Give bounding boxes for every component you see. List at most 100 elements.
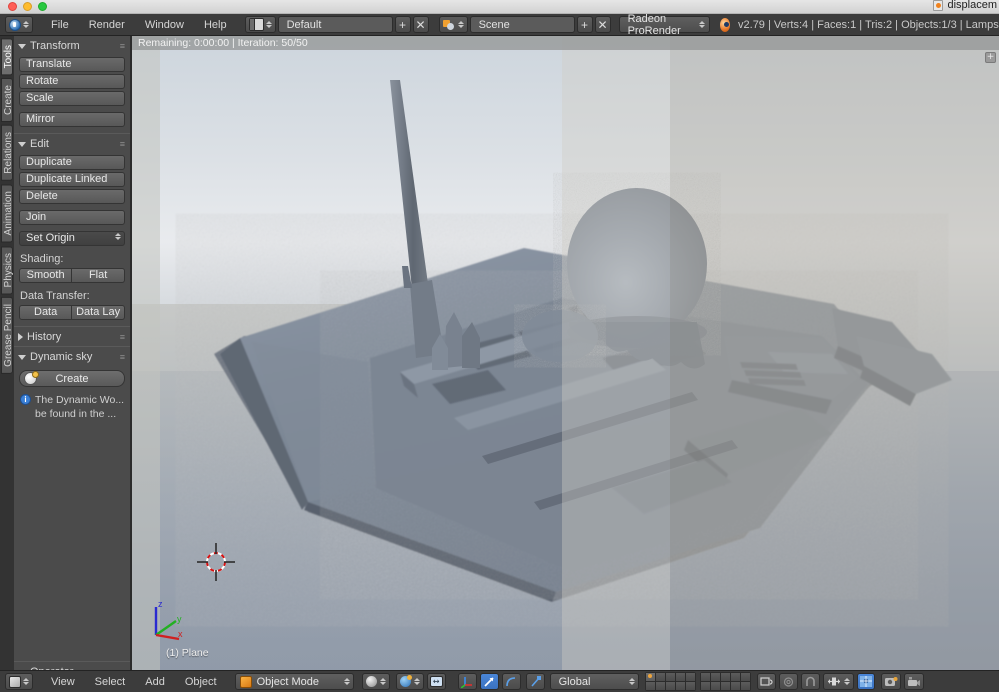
render-animation-button[interactable] bbox=[903, 673, 924, 690]
duplicate-linked-button[interactable]: Duplicate Linked bbox=[19, 172, 125, 187]
layer-button[interactable] bbox=[700, 673, 710, 681]
data-transfer-button[interactable]: Data bbox=[19, 305, 73, 320]
rotate-button[interactable]: Rotate bbox=[19, 74, 125, 89]
join-button[interactable]: Join bbox=[19, 210, 125, 225]
layer-button[interactable] bbox=[675, 673, 685, 681]
layer-button[interactable] bbox=[730, 682, 740, 690]
set-origin-dropdown[interactable]: Set Origin bbox=[19, 231, 125, 246]
svg-text:y: y bbox=[177, 614, 182, 624]
rotate-manipulator-button[interactable] bbox=[479, 673, 499, 690]
menu-view[interactable]: View bbox=[41, 676, 85, 688]
shade-smooth-button[interactable]: Smooth bbox=[19, 268, 73, 283]
viewport-axis-gizmo: z y x bbox=[154, 599, 183, 641]
chevron-updown-icon bbox=[343, 678, 350, 685]
layer-button[interactable] bbox=[665, 673, 675, 681]
screen-layout-browse-button[interactable] bbox=[244, 16, 276, 33]
sidebar-tab-tools[interactable]: Tools bbox=[1, 38, 14, 76]
scale-manipulator-button[interactable] bbox=[501, 673, 521, 690]
duplicate-button[interactable]: Duplicate bbox=[19, 155, 125, 170]
blender-window: displacem File Render Window Help Defaul… bbox=[0, 0, 999, 692]
shade-flat-button[interactable]: Flat bbox=[72, 268, 125, 283]
menu-select[interactable]: Select bbox=[85, 676, 136, 688]
mirror-button[interactable]: Mirror bbox=[19, 112, 125, 127]
minimize-window-button[interactable] bbox=[23, 2, 32, 11]
data-transfer-layout-button[interactable]: Data Lay bbox=[72, 305, 125, 320]
editor-type-icon bbox=[9, 675, 21, 688]
add-screen-layout-button[interactable]: + bbox=[394, 16, 411, 33]
panel-header-edit[interactable]: Edit ≡ bbox=[14, 133, 130, 153]
panel-header-dynamic-sky[interactable]: Dynamic sky ≡ bbox=[14, 346, 130, 366]
scene-icon bbox=[442, 19, 456, 31]
close-window-button[interactable] bbox=[8, 2, 17, 11]
sidebar-tab-grease-pencil[interactable]: Grease Pencil bbox=[1, 297, 14, 374]
magnet-button[interactable] bbox=[800, 673, 820, 690]
layer-button[interactable] bbox=[645, 673, 655, 681]
delete-screen-layout-button[interactable]: ✕ bbox=[412, 16, 429, 33]
layer-group-bottom[interactable] bbox=[699, 672, 751, 691]
layer-group-top[interactable] bbox=[644, 672, 696, 691]
layer-button[interactable] bbox=[710, 682, 720, 690]
sidebar-tab-animation[interactable]: Animation bbox=[1, 184, 14, 243]
layer-button[interactable] bbox=[655, 682, 665, 690]
scene-name[interactable]: Scene bbox=[469, 16, 575, 33]
blender-file-icon bbox=[933, 0, 944, 11]
layer-button[interactable] bbox=[685, 682, 695, 690]
falloff-button[interactable] bbox=[856, 673, 875, 690]
menu-render[interactable]: Render bbox=[79, 19, 135, 31]
translate-manipulator-button[interactable] bbox=[457, 673, 477, 690]
screen-layout-name[interactable]: Default bbox=[277, 16, 393, 33]
viewport-shading-selector[interactable] bbox=[361, 673, 390, 690]
render-image-button[interactable] bbox=[880, 673, 901, 690]
snap-toggle-button[interactable]: ↔ bbox=[426, 673, 446, 690]
proportional-edit-button[interactable] bbox=[822, 673, 854, 690]
viewport-corner-handle[interactable]: + bbox=[985, 52, 996, 63]
interaction-mode-selector[interactable]: Object Mode bbox=[234, 673, 354, 690]
panel-header-transform[interactable]: Transform ≡ bbox=[14, 36, 130, 55]
viewport-menu: View Select Add Object bbox=[41, 676, 227, 688]
menu-window[interactable]: Window bbox=[135, 19, 194, 31]
layer-button[interactable] bbox=[700, 682, 710, 690]
layer-button[interactable] bbox=[655, 673, 665, 681]
sidebar-tab-relations[interactable]: Relations bbox=[1, 125, 14, 182]
translate-button[interactable]: Translate bbox=[19, 57, 125, 72]
delete-scene-button[interactable]: ✕ bbox=[594, 16, 611, 33]
sidebar-tab-create[interactable]: Create bbox=[1, 78, 14, 123]
layer-button[interactable] bbox=[730, 673, 740, 681]
menu-help[interactable]: Help bbox=[194, 19, 237, 31]
manipulator-group bbox=[452, 673, 545, 690]
window-controls[interactable] bbox=[8, 2, 47, 11]
add-scene-button[interactable]: + bbox=[576, 16, 593, 33]
menu-object[interactable]: Object bbox=[175, 676, 227, 688]
3d-viewport[interactable]: Remaining: 0:00:00 | Iteration: 50/50 + … bbox=[132, 36, 999, 681]
layer-button[interactable] bbox=[685, 673, 695, 681]
layer-button[interactable] bbox=[740, 673, 750, 681]
layer-button[interactable] bbox=[645, 682, 655, 690]
scene-browse-button[interactable] bbox=[438, 16, 468, 33]
menu-add[interactable]: Add bbox=[135, 676, 175, 688]
scene-layers bbox=[644, 672, 751, 691]
chevron-updown-icon bbox=[843, 678, 850, 685]
create-dynamic-sky-button[interactable]: Create bbox=[19, 370, 125, 387]
transform-orientation-selector[interactable]: Global bbox=[549, 673, 639, 690]
texture-mode-selector[interactable] bbox=[395, 673, 424, 690]
layer-button[interactable] bbox=[710, 673, 720, 681]
render-engine-selector[interactable]: Radeon ProRender bbox=[618, 13, 710, 37]
scale-button[interactable]: Scale bbox=[19, 91, 125, 106]
delete-button[interactable]: Delete bbox=[19, 189, 125, 204]
layer-button[interactable] bbox=[720, 673, 730, 681]
manipulator-extra-button[interactable] bbox=[525, 673, 545, 690]
menu-file[interactable]: File bbox=[41, 19, 79, 31]
editor-type-selector[interactable] bbox=[5, 16, 33, 33]
layer-button[interactable] bbox=[675, 682, 685, 690]
layer-button[interactable] bbox=[720, 682, 730, 690]
dynamic-sky-info-text-1: The Dynamic Wo... bbox=[35, 394, 125, 406]
sidebar-tab-physics[interactable]: Physics bbox=[1, 245, 14, 294]
chevron-updown-icon bbox=[265, 21, 272, 28]
layer-button[interactable] bbox=[665, 682, 675, 690]
render-camera-button[interactable] bbox=[778, 673, 798, 690]
zoom-window-button[interactable] bbox=[38, 2, 47, 11]
layer-button[interactable] bbox=[740, 682, 750, 690]
panel-header-history[interactable]: History ≡ bbox=[14, 326, 130, 346]
editor-type-selector-bottom[interactable] bbox=[5, 673, 33, 690]
lock-camera-button[interactable] bbox=[756, 673, 776, 690]
